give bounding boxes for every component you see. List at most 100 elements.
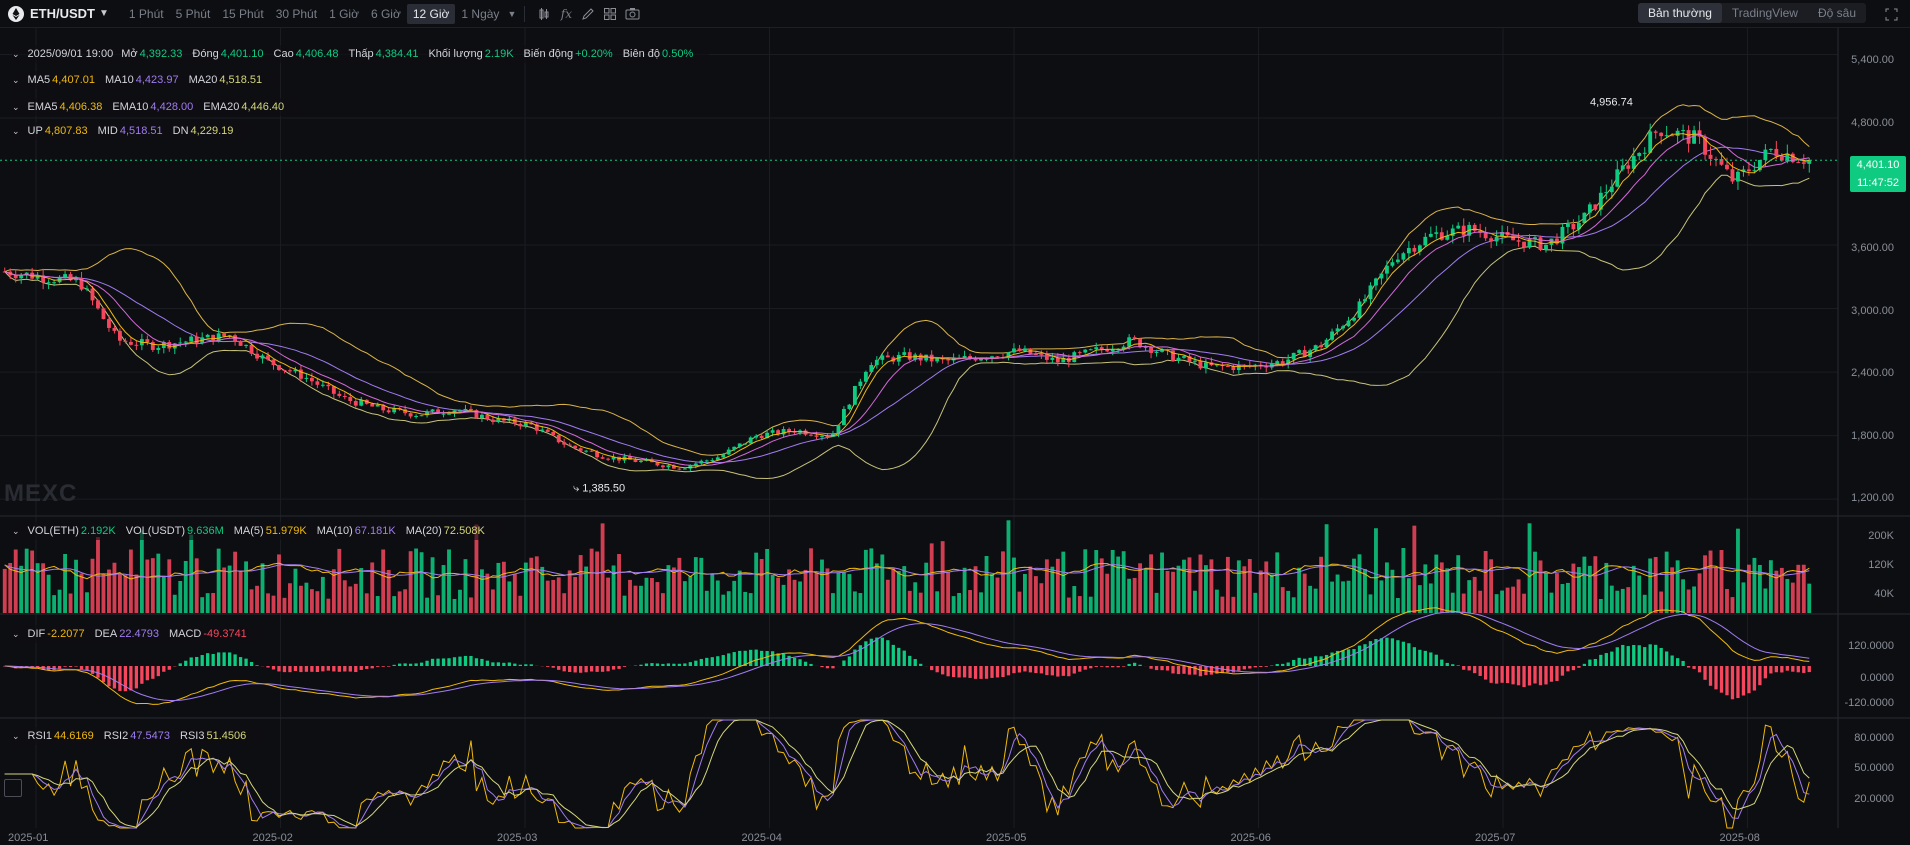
volume-bar bbox=[194, 558, 199, 613]
candle-type-icon[interactable] bbox=[533, 4, 555, 24]
candle-body bbox=[134, 344, 139, 346]
volume-bar bbox=[589, 548, 594, 613]
macd-histogram-bar bbox=[1654, 644, 1658, 666]
timeframe-3[interactable]: 30 Phút bbox=[270, 4, 323, 24]
macd-histogram-bar bbox=[1089, 666, 1093, 669]
indicator-fx-icon[interactable]: fx bbox=[555, 4, 577, 24]
view-mode-2[interactable]: Độ sâu bbox=[1808, 3, 1866, 23]
candle-body bbox=[1050, 357, 1055, 360]
candle-body bbox=[1357, 301, 1362, 318]
chevron-down-icon[interactable]: ⌄ bbox=[12, 526, 20, 537]
candle-body bbox=[1609, 186, 1614, 193]
volume-bar bbox=[436, 595, 440, 613]
volume-bar bbox=[490, 589, 495, 613]
candle-body bbox=[1385, 265, 1389, 274]
view-mode-0[interactable]: Bản thường bbox=[1637, 3, 1722, 23]
volume-bar bbox=[1330, 581, 1334, 613]
timeframe-4[interactable]: 1 Giờ bbox=[323, 4, 365, 24]
macd-histogram-bar bbox=[688, 662, 692, 666]
fullscreen-icon[interactable] bbox=[1880, 4, 1902, 24]
chevron-down-icon[interactable]: ⌄ bbox=[12, 629, 20, 640]
macd-histogram-bar bbox=[502, 662, 506, 666]
volume-bar bbox=[1072, 586, 1077, 613]
macd-histogram-bar bbox=[430, 658, 435, 666]
timeframe-1[interactable]: 5 Phút bbox=[170, 4, 217, 24]
macd-histogram-bar bbox=[195, 656, 199, 666]
macd-histogram-bar bbox=[1418, 649, 1422, 666]
drawing-pencil-icon[interactable] bbox=[577, 4, 599, 24]
macd-histogram-bar bbox=[288, 666, 292, 673]
candle-body bbox=[1401, 253, 1406, 260]
volume-bar bbox=[1423, 564, 1428, 613]
chevron-down-icon[interactable]: ▼ bbox=[507, 9, 516, 19]
volume-bar bbox=[732, 580, 737, 613]
layout-grid-icon[interactable] bbox=[599, 4, 621, 24]
candle-body bbox=[52, 282, 57, 284]
candle-body bbox=[1620, 165, 1625, 170]
camera-icon[interactable] bbox=[621, 4, 643, 24]
macd-histogram-bar bbox=[85, 666, 89, 671]
macd-histogram-bar bbox=[979, 666, 983, 679]
volume-bar bbox=[1445, 568, 1450, 613]
volume-bar bbox=[929, 543, 934, 613]
symbol-label[interactable]: ETH/USDT bbox=[30, 6, 95, 21]
chevron-down-icon[interactable]: ⌄ bbox=[12, 731, 20, 742]
candle-body bbox=[578, 448, 583, 451]
volume-bar bbox=[469, 597, 473, 613]
volume-bar bbox=[304, 582, 309, 613]
view-mode-1[interactable]: TradingView bbox=[1722, 3, 1808, 23]
chevron-down-icon[interactable]: ⌄ bbox=[12, 75, 20, 86]
chart-settings-icon[interactable] bbox=[4, 779, 22, 797]
macd-histogram-bar bbox=[1648, 644, 1652, 666]
timeframe-5[interactable]: 6 Giờ bbox=[365, 4, 407, 24]
timeframe-7[interactable]: 1 Ngày bbox=[455, 4, 505, 24]
macd-histogram-bar bbox=[524, 664, 528, 666]
macd-histogram-bar bbox=[1083, 666, 1087, 670]
macd-histogram-bar bbox=[1132, 662, 1137, 666]
macd-histogram-bar bbox=[485, 660, 490, 666]
candle-body bbox=[1379, 273, 1384, 279]
macd-histogram-bar bbox=[1198, 666, 1203, 677]
candle-body bbox=[183, 341, 188, 343]
macd-histogram-bar bbox=[770, 651, 775, 666]
timeframe-0[interactable]: 1 Phút bbox=[123, 4, 170, 24]
axis-tick-label: 200K bbox=[1868, 530, 1894, 542]
candle-body bbox=[238, 341, 243, 346]
volume-bar bbox=[1368, 594, 1373, 613]
macd-histogram-bar bbox=[951, 666, 956, 677]
candle-body bbox=[1774, 148, 1779, 157]
volume-bar bbox=[167, 559, 172, 613]
volume-label: Khối lượng bbox=[428, 48, 483, 60]
volume-bar bbox=[1582, 556, 1587, 613]
macd-histogram-bar bbox=[842, 660, 846, 666]
candle-body bbox=[1686, 130, 1691, 144]
macd-histogram-bar bbox=[1165, 666, 1170, 671]
chevron-down-icon[interactable]: ▼ bbox=[99, 8, 109, 19]
chart-canvas[interactable]: 4,956.74 ⤷ 1,385.50 bbox=[0, 28, 1910, 845]
legend-label: EMA10 bbox=[112, 101, 149, 113]
timeframe-6[interactable]: 12 Giờ bbox=[406, 3, 456, 24]
macd-histogram-bar bbox=[1538, 666, 1543, 686]
volume-bar bbox=[1494, 594, 1499, 613]
macd-histogram-bar bbox=[233, 654, 237, 666]
chevron-down-icon[interactable]: ⌄ bbox=[12, 102, 20, 113]
candle-body bbox=[907, 352, 912, 360]
chevron-down-icon[interactable]: ⌄ bbox=[12, 49, 20, 60]
volume-bar bbox=[743, 591, 748, 613]
candle-body bbox=[315, 381, 320, 385]
legend-value: 4,423.97 bbox=[135, 74, 179, 86]
macd-histogram-bar bbox=[1791, 666, 1795, 672]
volume-bar bbox=[1714, 567, 1718, 613]
timeframe-2[interactable]: 15 Phút bbox=[216, 4, 269, 24]
legend-value: 47.5473 bbox=[130, 730, 171, 742]
chevron-down-icon[interactable]: ⌄ bbox=[12, 126, 20, 137]
macd-histogram-bar bbox=[930, 666, 934, 671]
volume-bar bbox=[1023, 574, 1027, 613]
macd-histogram-bar bbox=[1593, 658, 1597, 666]
candle-body bbox=[13, 275, 18, 279]
axis-tick-label: 5,400.00 bbox=[1851, 54, 1894, 66]
volume-bar bbox=[1697, 573, 1702, 613]
volume-bar bbox=[1198, 554, 1203, 613]
candle-body bbox=[1642, 152, 1647, 154]
macd-histogram-bar bbox=[491, 662, 495, 666]
